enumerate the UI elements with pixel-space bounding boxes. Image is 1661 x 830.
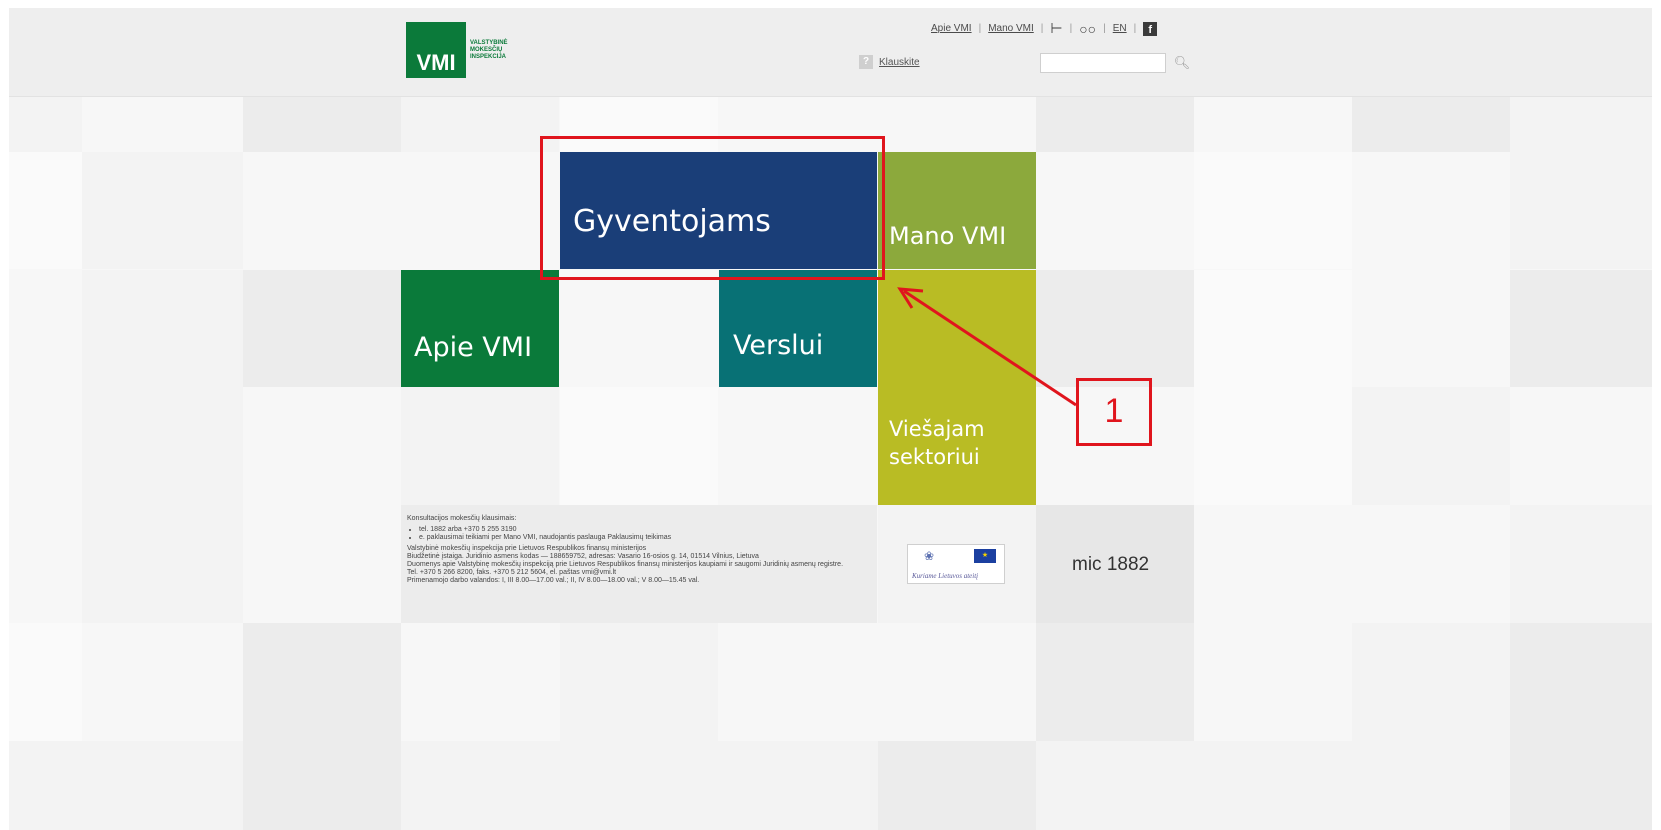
annotation-arrow <box>897 287 1077 407</box>
page-frame: VMI VALSTYBINĖ MOKESČIŲ INSPEKCIJA Apie … <box>9 8 1652 830</box>
